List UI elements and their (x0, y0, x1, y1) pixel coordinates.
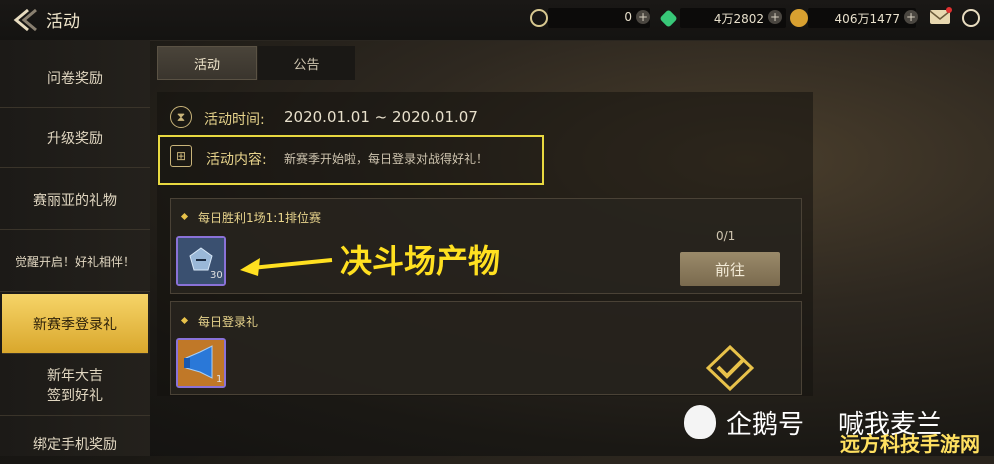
sidebar-item-new-season-login[interactable]: 新赛季登录礼 (2, 294, 148, 354)
content-value: 新赛季开始啦，每日登录对战得好礼！ (284, 152, 489, 166)
penguin-logo-icon (684, 405, 716, 439)
back-arrow-icon (13, 8, 37, 32)
add-gold-button[interactable]: + (904, 10, 918, 24)
item-count-ranked: 30 (210, 270, 223, 281)
go-button[interactable]: 前往 (680, 252, 780, 286)
tab-announcement[interactable]: 公告 (258, 46, 355, 80)
time-value: 2020.01.01 ~ 2020.01.07 (284, 108, 478, 126)
gem-value: 4万2802 (713, 12, 764, 26)
sidebar: 问卷奖励 升级奖励 赛丽亚的礼物 觉醒开启！好礼相伴！ 新赛季登录礼 新年大吉 … (0, 40, 150, 456)
sidebar-item-new-year-signin[interactable]: 新年大吉 签到好礼 (0, 356, 150, 416)
annotation-text: 决斗场产物 (340, 242, 501, 280)
time-label: 活动时间: (204, 112, 265, 128)
add-moon-coin-button[interactable]: + (636, 10, 650, 24)
add-gem-button[interactable]: + (768, 10, 782, 24)
moon-coin-value: 0 (624, 10, 632, 24)
claimed-check-icon (706, 345, 754, 391)
corner-watermark: 远方科技手游网 (840, 432, 980, 456)
task-title-daily-login: 每日登录礼 (198, 315, 259, 329)
task-progress: 0/1 (716, 229, 736, 243)
moon-coin-icon (530, 9, 548, 27)
settings-gear-icon[interactable] (962, 9, 980, 27)
item-count-daily-login: 1 (216, 374, 223, 385)
gift-icon: ⊞ (170, 145, 192, 167)
sidebar-item-seria-gift[interactable]: 赛丽亚的礼物 (0, 170, 150, 230)
hourglass-icon: ⧗ (170, 106, 192, 128)
watermark-brand: 企鹅号 (726, 410, 805, 440)
page-title: 活动 (46, 12, 80, 32)
tab-activity[interactable]: 活动 (157, 46, 257, 80)
sidebar-item-awakening[interactable]: 觉醒开启！好礼相伴！ (0, 232, 150, 292)
task-title-ranked: 每日胜利1场1:1排位赛 (198, 211, 321, 225)
content-label: 活动内容: (206, 152, 267, 168)
notification-dot (946, 7, 952, 13)
gold-value: 406万1477 (834, 12, 900, 26)
back-button[interactable] (6, 6, 40, 34)
sidebar-item-survey[interactable]: 问卷奖励 (0, 48, 150, 108)
sidebar-item-bind-phone[interactable]: 绑定手机奖励 (0, 424, 150, 464)
gold-coin-icon (790, 9, 808, 27)
sidebar-item-levelup[interactable]: 升级奖励 (0, 108, 150, 168)
annotation-arrow-icon (240, 258, 333, 276)
